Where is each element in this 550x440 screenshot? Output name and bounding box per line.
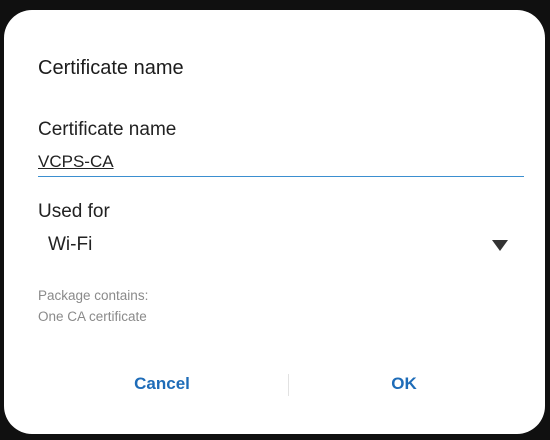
certificate-name-dialog: Certificate name Certificate name Used f…	[4, 10, 545, 434]
certificate-name-input[interactable]	[38, 148, 524, 177]
button-divider	[288, 374, 289, 396]
dropdown-arrow-icon	[492, 240, 508, 251]
used-for-dropdown[interactable]: Wi-Fi	[38, 226, 508, 262]
package-contains-label: Package contains:	[38, 288, 149, 303]
cancel-button[interactable]: Cancel	[38, 362, 286, 406]
certificate-name-label: Certificate name	[38, 119, 177, 140]
ok-button[interactable]: OK	[294, 362, 514, 406]
dialog-title: Certificate name	[38, 57, 184, 79]
package-contains-value: One CA certificate	[38, 309, 147, 324]
used-for-selected-value: Wi-Fi	[48, 234, 93, 255]
used-for-label: Used for	[38, 201, 110, 222]
